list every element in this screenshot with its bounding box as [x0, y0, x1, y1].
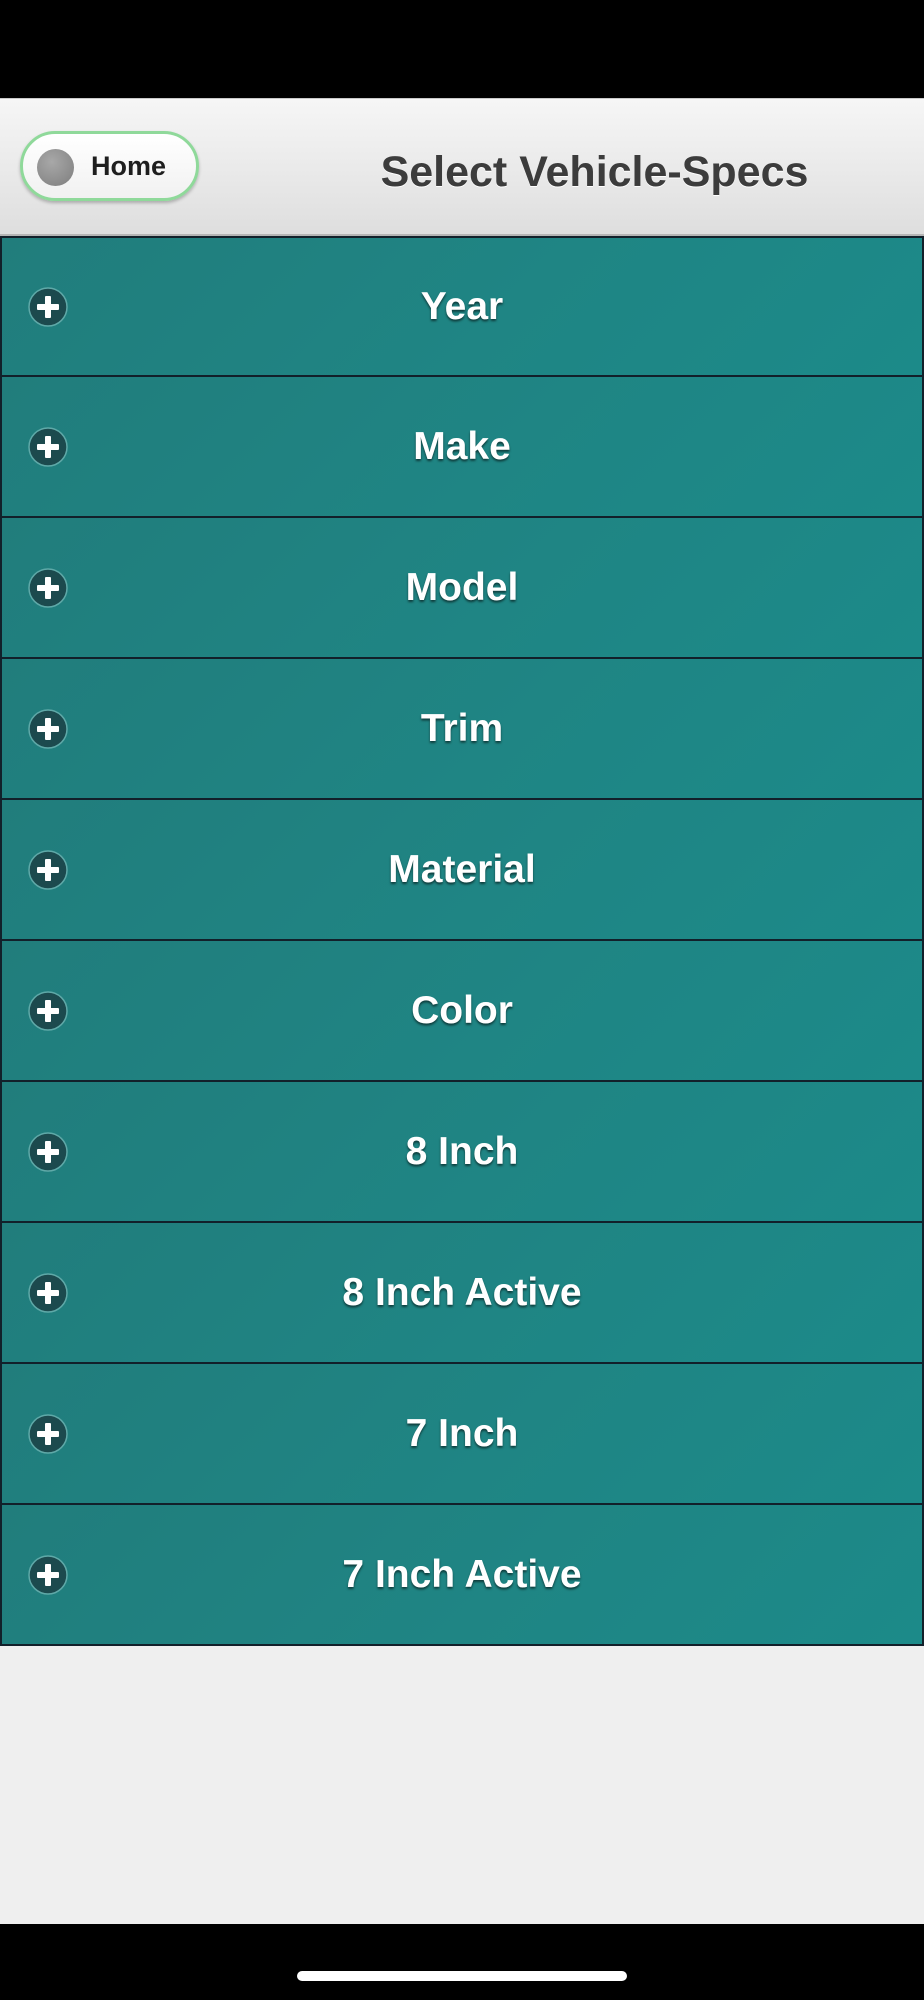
- spec-row-model[interactable]: Model: [0, 518, 924, 659]
- spec-row-color[interactable]: Color: [0, 941, 924, 1082]
- toggle-knob-icon: [37, 149, 74, 186]
- bottom-bar: [0, 1924, 924, 2000]
- spec-row-8-inch[interactable]: 8 Inch: [0, 1082, 924, 1223]
- spec-label: Year: [420, 284, 504, 328]
- navigation-bar: Home Select Vehicle-Specs: [0, 98, 924, 236]
- spec-label: 7 Inch: [405, 1411, 519, 1455]
- spec-label: Model: [405, 565, 519, 609]
- spec-label: 8 Inch: [405, 1129, 519, 1173]
- spec-row-make[interactable]: Make: [0, 377, 924, 518]
- spec-row-7-inch[interactable]: 7 Inch: [0, 1364, 924, 1505]
- spec-label: Make: [413, 424, 511, 468]
- vehicle-spec-list: Year Make Model Trim Material Color 8 In…: [0, 236, 924, 1646]
- spec-label: Trim: [420, 706, 504, 750]
- status-bar: [0, 0, 924, 98]
- spec-row-year[interactable]: Year: [0, 236, 924, 377]
- spec-label: Material: [388, 847, 536, 891]
- home-indicator[interactable]: [297, 1971, 627, 1981]
- spec-label: 8 Inch Active: [342, 1270, 582, 1314]
- spec-row-material[interactable]: Material: [0, 800, 924, 941]
- home-button[interactable]: Home: [20, 131, 199, 201]
- spec-label: 7 Inch Active: [342, 1552, 582, 1596]
- spec-row-trim[interactable]: Trim: [0, 659, 924, 800]
- home-button-label: Home: [91, 151, 167, 181]
- spec-row-8-inch-active[interactable]: 8 Inch Active: [0, 1223, 924, 1364]
- spec-row-7-inch-active[interactable]: 7 Inch Active: [0, 1505, 924, 1646]
- spec-label: Color: [411, 988, 513, 1032]
- page-title: Select Vehicle-Specs: [380, 148, 809, 196]
